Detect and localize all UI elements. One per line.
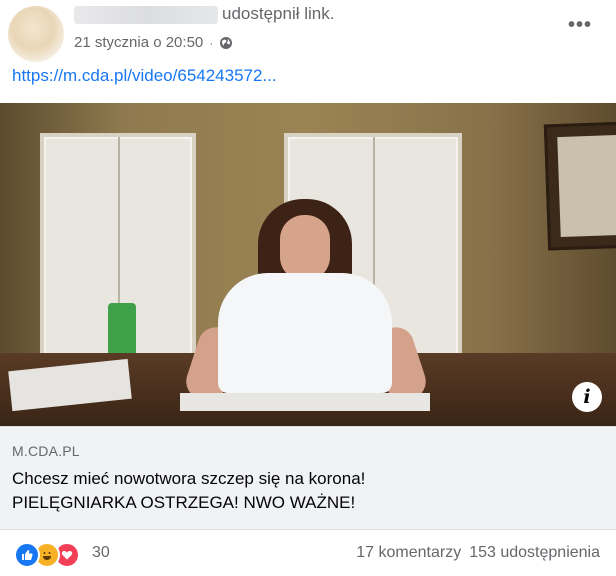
reaction-count[interactable]: 30 bbox=[92, 544, 110, 562]
more-options-icon[interactable]: ••• bbox=[568, 14, 592, 37]
person-face bbox=[280, 215, 330, 281]
info-icon[interactable]: i bbox=[572, 382, 602, 412]
preview-title-line2: PIELĘGNIARKA OSTRZEGA! NWO WAŻNE! bbox=[12, 493, 356, 512]
globe-icon[interactable] bbox=[219, 36, 233, 50]
papers-center bbox=[180, 393, 430, 411]
timestamp[interactable]: 21 stycznia o 20:50 bbox=[74, 34, 203, 51]
preview-domain: M.CDA.PL bbox=[12, 443, 80, 459]
avatar[interactable] bbox=[8, 6, 64, 62]
reactions[interactable] bbox=[14, 542, 80, 568]
preview-title[interactable]: Chcesz mieć nowotwora szczep się na koro… bbox=[12, 467, 365, 515]
author-name-blurred[interactable] bbox=[74, 6, 218, 24]
post-stats: 17 komentarzy 153 udostępnienia bbox=[356, 544, 600, 562]
post-footer: 30 17 komentarzy 153 udostępnienia bbox=[0, 529, 616, 576]
separator-dot: · bbox=[209, 35, 214, 50]
person-body bbox=[218, 273, 392, 393]
like-icon bbox=[14, 542, 40, 568]
preview-title-line1: Chcesz mieć nowotwora szczep się na koro… bbox=[12, 469, 366, 488]
post-meta: 21 stycznia o 20:50 · bbox=[74, 34, 233, 51]
post-link[interactable]: https://m.cda.pl/video/654243572... bbox=[12, 66, 277, 86]
post-header: udostępnił link. 21 stycznia o 20:50 · •… bbox=[0, 0, 616, 100]
video-thumbnail[interactable]: i bbox=[0, 103, 616, 426]
link-preview[interactable]: M.CDA.PL Chcesz mieć nowotwora szczep si… bbox=[0, 426, 616, 530]
wall-picture bbox=[543, 121, 616, 251]
shares-count[interactable]: 153 udostępnienia bbox=[469, 544, 600, 562]
shared-link-text: udostępnił link. bbox=[222, 4, 335, 23]
comments-count[interactable]: 17 komentarzy bbox=[356, 544, 461, 562]
